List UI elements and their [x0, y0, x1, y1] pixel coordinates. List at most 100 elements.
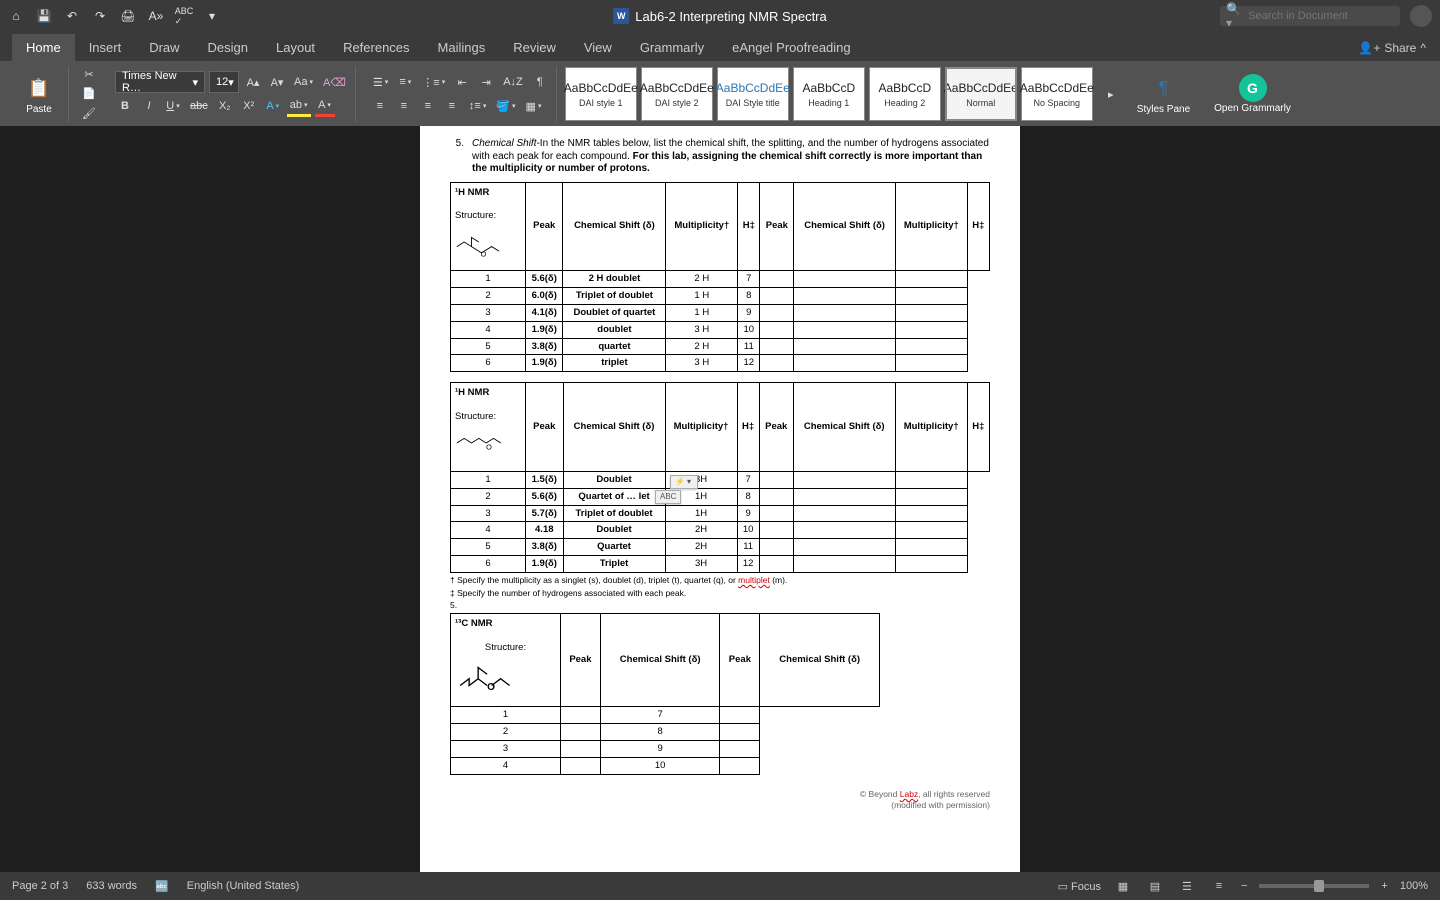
zoom-slider[interactable] [1259, 884, 1369, 888]
zoom-out-button[interactable]: − [1241, 880, 1247, 892]
clear-format-icon[interactable]: A⌫ [320, 71, 349, 93]
home-icon[interactable]: ⌂ [8, 8, 24, 24]
shading-icon[interactable]: 🪣 [493, 95, 518, 117]
redo-icon[interactable]: ↷ [92, 8, 108, 24]
tab-design[interactable]: Design [194, 34, 262, 61]
line-spacing-icon[interactable]: ↕≡ [466, 95, 489, 117]
bullets-icon[interactable]: ☰ [370, 71, 391, 93]
structure-label: Structure: [455, 210, 496, 221]
search-box[interactable]: 🔍▾ [1220, 6, 1400, 26]
tab-view[interactable]: View [570, 34, 626, 61]
tab-draw[interactable]: Draw [135, 34, 193, 61]
style-dai-style-2[interactable]: AaBbCcDdEeDAI style 2 [641, 67, 713, 121]
tab-grammarly[interactable]: Grammarly [626, 34, 718, 61]
style-dai-style-1[interactable]: AaBbCcDdEeDAI style 1 [565, 67, 637, 121]
qat-dropdown-icon[interactable]: ▾ [204, 8, 220, 24]
print-icon[interactable]: 🖨 [120, 8, 136, 24]
multilevel-icon[interactable]: ⋮≡ [419, 71, 448, 93]
tab-insert[interactable]: Insert [75, 34, 136, 61]
styles-expand-icon[interactable]: ▸ [1101, 83, 1121, 105]
save-icon[interactable]: 💾 [36, 8, 52, 24]
format-painter-icon[interactable]: 🖌 [79, 105, 99, 122]
style-dai-style-title[interactable]: AaBbCcDdEeDAI Style title [717, 67, 789, 121]
style-heading-1[interactable]: AaBbCcDHeading 1 [793, 67, 865, 121]
paste-button[interactable]: 📋 Paste [16, 73, 62, 115]
document-canvas[interactable]: 5. Chemical Shift-In the NMR tables belo… [0, 126, 1440, 872]
style-no-spacing[interactable]: AaBbCcDdEeNo Spacing [1021, 67, 1093, 121]
draft-view-icon[interactable]: ≡ [1209, 878, 1229, 894]
lightning-icon: ⚡ [675, 477, 685, 487]
align-left-icon[interactable]: ≡ [370, 95, 390, 117]
outline-view-icon[interactable]: ☰ [1177, 878, 1197, 894]
align-center-icon[interactable]: ≡ [394, 95, 414, 117]
status-language[interactable]: English (United States) [187, 880, 300, 892]
spell-icon[interactable]: ABC✓ [176, 8, 192, 24]
search-icon: 🔍▾ [1226, 2, 1244, 30]
clipboard-icon: 📋 [24, 73, 54, 103]
table3-title: ¹³C NMR [455, 618, 492, 629]
web-layout-icon[interactable]: ▤ [1145, 878, 1165, 894]
read-aloud-icon[interactable]: A» [148, 8, 164, 24]
change-case-icon[interactable]: Aa [291, 71, 316, 93]
undo-icon[interactable]: ↶ [64, 8, 80, 24]
text-effects-icon[interactable]: A [263, 95, 283, 117]
tab-eangel[interactable]: eAngel Proofreading [718, 34, 865, 61]
subscript-button[interactable]: X₂ [215, 95, 235, 117]
grammarly-icon: G [1239, 74, 1267, 102]
table1-title: ¹H NMR [455, 187, 489, 198]
print-layout-icon[interactable]: ▦ [1113, 878, 1133, 894]
borders-icon[interactable]: ▦ [523, 95, 545, 117]
styles-pane-button[interactable]: ¶ Styles Pane [1129, 73, 1198, 115]
question-text: Chemical Shift-In the NMR tables below, … [472, 138, 990, 176]
numbering-icon[interactable]: ≡ [395, 71, 415, 93]
table-row: 28 [451, 724, 880, 741]
table-row: 26.0(δ)Triplet of doublet1 H8 [451, 287, 990, 304]
bold-button[interactable]: B [115, 95, 135, 117]
underline-button[interactable]: U [163, 95, 183, 117]
indent-left-icon[interactable]: ⇤ [452, 71, 472, 93]
zoom-in-button[interactable]: + [1381, 880, 1387, 892]
chevron-up-icon[interactable]: ^ [1420, 41, 1426, 55]
document-page[interactable]: 5. Chemical Shift-In the NMR tables belo… [420, 126, 1020, 872]
status-page[interactable]: Page 2 of 3 [12, 880, 68, 892]
shrink-font-icon[interactable]: A▾ [267, 71, 287, 93]
spell-status-icon[interactable]: 🔤 [155, 880, 169, 893]
share-button[interactable]: 👤+ Share ^ [1344, 35, 1440, 61]
superscript-button[interactable]: X² [239, 95, 259, 117]
tab-review[interactable]: Review [499, 34, 570, 61]
tab-home[interactable]: Home [12, 34, 75, 61]
tab-mailings[interactable]: Mailings [424, 34, 500, 61]
status-words[interactable]: 633 words [86, 880, 137, 892]
strike-button[interactable]: abc [187, 95, 211, 117]
highlight-icon[interactable]: ab [287, 95, 311, 117]
autocorrect-popup[interactable]: ⚡▾ [670, 475, 698, 489]
style-heading-2[interactable]: AaBbCcDHeading 2 [869, 67, 941, 121]
copy-icon[interactable]: 📄 [79, 85, 99, 102]
footnote-1: † Specify the multiplicity as a singlet … [450, 575, 990, 586]
tab-layout[interactable]: Layout [262, 34, 329, 61]
indent-right-icon[interactable]: ⇥ [476, 71, 496, 93]
style-normal[interactable]: AaBbCcDdEeNormal [945, 67, 1017, 121]
table-row: 17 [451, 707, 880, 724]
focus-mode-button[interactable]: ▭ Focus [1058, 880, 1101, 893]
sort-icon[interactable]: A↓Z [500, 71, 526, 93]
table-row: 61.9(δ)Triplet3H12 [451, 556, 990, 573]
table-row: 61.9(δ)triplet3 H12 [451, 355, 990, 372]
search-input[interactable] [1248, 10, 1394, 22]
user-avatar[interactable] [1410, 5, 1432, 27]
svg-text:O: O [481, 250, 487, 259]
font-size-select[interactable]: 12 ▾ [209, 71, 239, 93]
italic-button[interactable]: I [139, 95, 159, 117]
align-right-icon[interactable]: ≡ [418, 95, 438, 117]
footnote-3: 5. [450, 600, 990, 611]
table-row: 53.8(δ)quartet2 H11 [451, 338, 990, 355]
justify-icon[interactable]: ≡ [442, 95, 462, 117]
font-color-icon[interactable]: A [315, 95, 335, 117]
font-family-select[interactable]: Times New R… ▾ [115, 71, 205, 93]
open-grammarly-button[interactable]: G Open Grammarly [1206, 74, 1299, 114]
pilcrow-icon[interactable]: ¶ [530, 71, 550, 93]
cut-icon[interactable]: ✂ [79, 66, 99, 83]
tab-references[interactable]: References [329, 34, 423, 61]
zoom-level[interactable]: 100% [1400, 880, 1428, 892]
grow-font-icon[interactable]: A▴ [243, 71, 263, 93]
